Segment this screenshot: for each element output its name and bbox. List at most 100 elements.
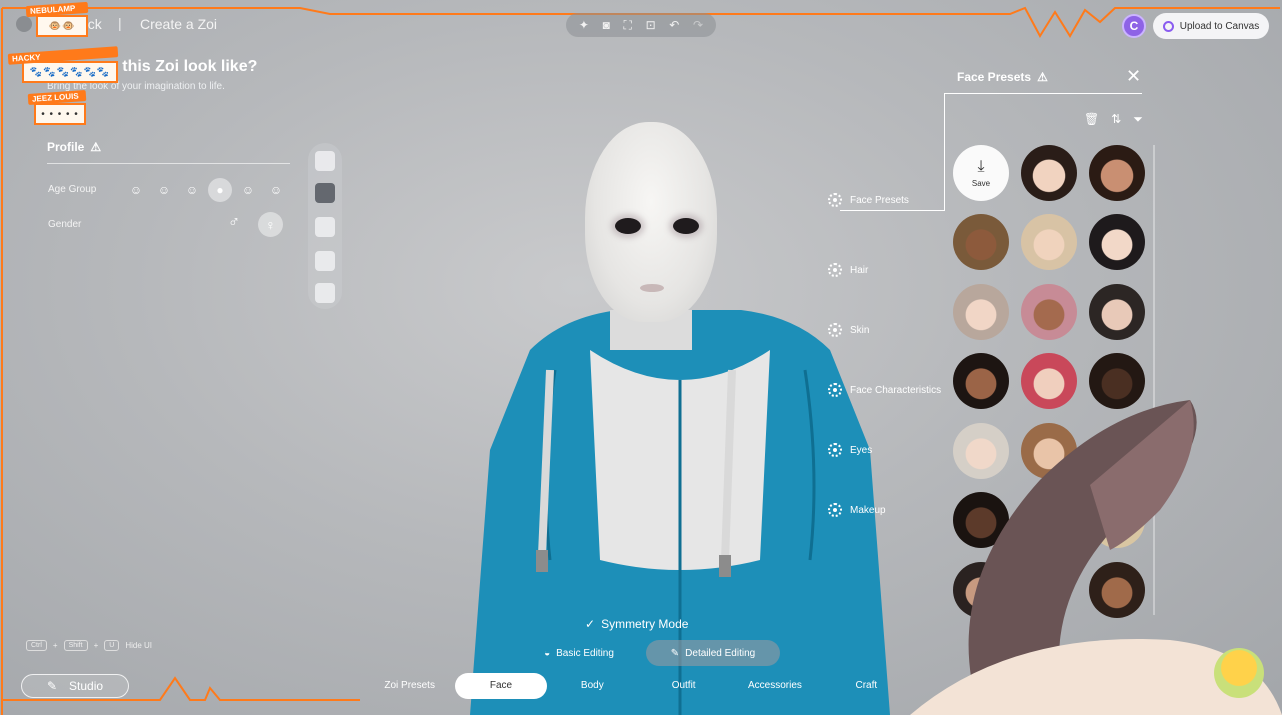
studio-button[interactable]: ✎ Studio (21, 674, 129, 698)
mascot-icon (1214, 648, 1264, 698)
symmetry-label: Symmetry Mode (601, 617, 689, 631)
category-dot-icon (828, 503, 842, 517)
teen-icon[interactable]: ☺ (180, 178, 204, 202)
redo-icon[interactable]: ↷ (693, 18, 703, 32)
category-face-presets[interactable]: Face Presets (828, 193, 909, 207)
preset-face[interactable] (1021, 214, 1077, 270)
canvas-icon (1162, 20, 1174, 32)
young-adult-icon[interactable]: ● (208, 178, 232, 202)
male-icon[interactable]: ♂ (228, 214, 240, 232)
category-dot-icon (828, 263, 842, 277)
preset-face[interactable] (1089, 145, 1145, 201)
category-label: Skin (850, 324, 870, 336)
page-title: Create a Zoi (140, 16, 218, 32)
save-preset-button[interactable]: ⤓ Save (953, 145, 1009, 201)
upload-to-canvas-button[interactable]: Upload to Canvas (1153, 13, 1269, 39)
socks-icon[interactable] (315, 251, 335, 271)
profile-title: Profile ⚠ (47, 140, 101, 154)
tab-craft[interactable]: Craft (821, 673, 912, 699)
category-dot-icon (828, 383, 842, 397)
stream-chip-1: NEBULAMP 🐵🐵 (25, 1, 89, 37)
key-shift: Shift (63, 640, 88, 651)
plus-sign: + (52, 641, 58, 650)
panel-tools: 🗑 ⇅ ⏷ (1084, 112, 1143, 127)
character-eye-left (615, 218, 641, 234)
sort-icon[interactable]: ⇅ (1111, 112, 1121, 127)
pants-icon[interactable] (315, 217, 335, 237)
character-eye-right (673, 218, 699, 234)
adult-icon[interactable]: ☺ (236, 178, 260, 202)
category-hair[interactable]: Hair (828, 263, 868, 277)
tab-outfit[interactable]: Outfit (638, 673, 729, 699)
camera-toolbar: ✦ ◙ ⛶ ⊡ ↶ ↷ (566, 13, 716, 37)
category-dot-icon (828, 443, 842, 457)
tab-accessories[interactable]: Accessories (729, 673, 820, 699)
category-connector (840, 210, 945, 211)
focus-icon[interactable]: ⊡ (646, 18, 656, 32)
key-u: U (104, 640, 120, 651)
elder-icon[interactable]: ☺ (264, 178, 288, 202)
face-icon: ◒ (544, 647, 551, 659)
top-icon[interactable] (315, 151, 335, 171)
detailed-editing-button[interactable]: ✎ Detailed Editing (646, 640, 780, 666)
chip-body: 🐵🐵 (36, 15, 88, 37)
tab-body[interactable]: Body (547, 673, 638, 699)
chip-body: 🐾🐾🐾🐾🐾🐾 (22, 61, 118, 83)
profile-label: Profile (47, 140, 85, 154)
filter-icon[interactable]: ⏷ (1133, 112, 1143, 127)
panel-title-label: Face Presets (957, 70, 1032, 84)
child-icon[interactable]: ☺ (152, 178, 176, 202)
download-icon: ⤓ (977, 158, 985, 175)
outfit-quick-bar (308, 143, 342, 309)
warning-icon: ⚠ (90, 140, 102, 154)
wand-icon: ✎ (46, 679, 58, 693)
plus-sign: + (93, 641, 99, 650)
undo-icon[interactable]: ↶ (669, 18, 679, 32)
chip-body: • • • • • (34, 103, 86, 125)
jacket-icon[interactable] (315, 183, 335, 203)
camera-icon[interactable]: ◙ (603, 18, 610, 32)
sparkle-icon[interactable]: ✦ (579, 18, 589, 32)
preset-face[interactable] (1089, 214, 1145, 270)
warning-icon: ⚠ (1037, 70, 1048, 84)
category-label: Face Presets (850, 194, 909, 206)
panel-vertical-line (944, 93, 945, 211)
upload-label: Upload to Canvas (1179, 20, 1260, 32)
profile-divider (47, 163, 290, 164)
preset-face[interactable] (1089, 284, 1145, 340)
key-ctrl: Ctrl (26, 640, 47, 651)
stream-chip-2: HACKY 🐾🐾🐾🐾🐾🐾 (7, 46, 119, 83)
close-icon[interactable]: ✕ (1126, 66, 1141, 87)
female-icon[interactable]: ♀ (258, 212, 283, 237)
category-dot-icon (828, 193, 842, 207)
category-eyes[interactable]: Eyes (828, 443, 872, 457)
check-icon: ✓ (585, 617, 596, 631)
gender-label: Gender (48, 219, 82, 230)
hide-ui-label: Hide UI (125, 641, 152, 650)
tab-face[interactable]: Face (455, 673, 547, 699)
preset-face[interactable] (1021, 284, 1077, 340)
detailed-editing-label: Detailed Editing (685, 647, 756, 659)
preset-face[interactable] (1021, 145, 1077, 201)
hide-ui-hint: Ctrl + Shift + U Hide UI (26, 640, 152, 651)
tab-zoi-presets[interactable]: Zoi Presets (364, 673, 455, 699)
basic-editing-label: Basic Editing (556, 647, 614, 659)
save-label: Save (971, 179, 991, 188)
headline: es this Zoi look like? (100, 58, 258, 75)
panel-divider (945, 93, 1142, 94)
age-group-label: Age Group (48, 184, 97, 195)
studio-label: Studio (69, 679, 104, 693)
preset-face[interactable] (953, 284, 1009, 340)
infant-icon[interactable]: ☺ (124, 178, 148, 202)
frame-icon[interactable]: ⛶ (623, 18, 631, 33)
main-tabs: Zoi Presets Face Body Outfit Accessories… (364, 672, 912, 700)
shoes-icon[interactable] (315, 283, 335, 303)
category-skin[interactable]: Skin (828, 323, 869, 337)
age-group-selector: ☺ ☺ ☺ ● ☺ ☺ (124, 178, 288, 202)
user-avatar[interactable]: C (1122, 14, 1146, 38)
panel-title: Face Presets ⚠ (957, 70, 1048, 84)
basic-editing-button[interactable]: ◒ Basic Editing (520, 640, 638, 666)
symmetry-mode-toggle[interactable]: ✓ Symmetry Mode (585, 617, 688, 631)
trash-icon[interactable]: 🗑 (1084, 112, 1099, 127)
preset-face[interactable] (953, 214, 1009, 270)
